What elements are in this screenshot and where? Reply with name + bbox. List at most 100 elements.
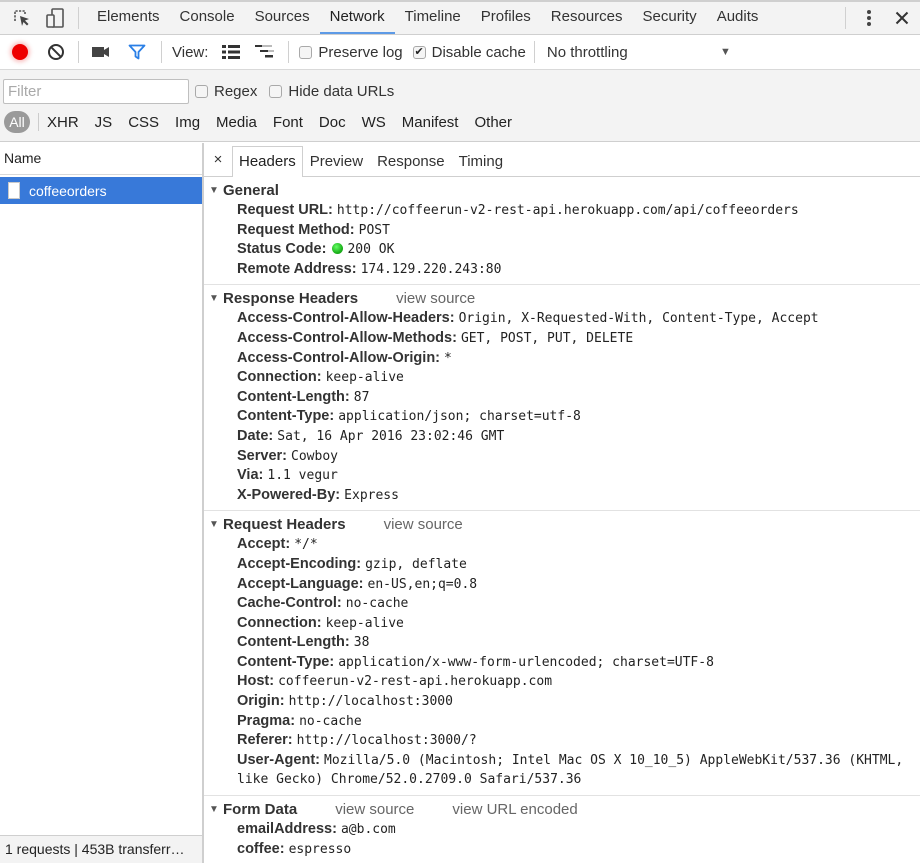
type-filter-font[interactable]: Font	[273, 114, 303, 131]
disable-cache-checkbox[interactable]: ✔ Disable cache	[412, 44, 526, 61]
section-title[interactable]: General	[223, 182, 279, 199]
request-url-row: Request URL: http://coffeerun-v2-rest-ap…	[204, 201, 920, 221]
tab-preview[interactable]: Preview	[303, 146, 370, 176]
header-row: Access-Control-Allow-Origin: *	[204, 349, 920, 369]
request-name: coffeeorders	[29, 182, 107, 199]
type-filter-img[interactable]: Img	[175, 114, 200, 131]
section-title[interactable]: Response Headers	[223, 290, 358, 307]
response-headers-section-header[interactable]: ▼ Response Headers view source	[204, 287, 920, 309]
list-view-icon	[222, 45, 241, 59]
type-filter-media[interactable]: Media	[216, 114, 257, 131]
general-section-header[interactable]: ▼ General	[204, 179, 920, 201]
type-filter-divider	[38, 113, 39, 131]
tab-sources[interactable]: Sources	[245, 1, 320, 34]
header-row: Connection: keep-alive	[204, 614, 920, 634]
section-title[interactable]: Form Data	[223, 801, 297, 818]
type-filter-all[interactable]: All	[4, 111, 30, 133]
general-section: ▼ General Request URL: http://coffeerun-…	[204, 179, 920, 286]
expand-triangle-icon[interactable]: ▼	[209, 519, 223, 530]
network-toolbar: View: Preserve log ✔ Disable cache No th…	[0, 35, 920, 70]
tab-timing[interactable]: Timing	[452, 146, 510, 176]
type-filter-other[interactable]: Other	[474, 114, 512, 131]
tab-security[interactable]: Security	[633, 1, 707, 34]
header-value: en-US,en;q=0.8	[367, 576, 478, 592]
header-value: http://localhost:3000	[288, 694, 453, 710]
header-key: Server:	[237, 447, 287, 464]
hide-data-urls-checkbox[interactable]: Hide data URLs	[269, 83, 394, 100]
header-row: User-Agent: Mozilla/5.0 (Macintosh; Inte…	[204, 751, 920, 790]
section-title[interactable]: Request Headers	[223, 516, 346, 533]
tab-resources[interactable]: Resources	[541, 1, 633, 34]
type-filter-css[interactable]: CSS	[128, 114, 159, 131]
expand-triangle-icon[interactable]: ▼	[209, 804, 223, 815]
dropdown-arrow-icon: ▼	[719, 46, 731, 58]
type-filter-ws[interactable]: WS	[362, 114, 386, 131]
regex-checkbox[interactable]: Regex	[195, 83, 257, 100]
type-filter-manifest[interactable]: Manifest	[402, 114, 459, 131]
tab-timeline[interactable]: Timeline	[395, 1, 471, 34]
large-rows-view-button[interactable]	[214, 35, 248, 69]
device-mode-button[interactable]	[40, 2, 70, 34]
header-row: Cache-Control: no-cache	[204, 594, 920, 614]
header-key: User-Agent:	[237, 751, 320, 768]
header-row: Content-Type: application/x-www-form-url…	[204, 653, 920, 673]
type-filter-doc[interactable]: Doc	[319, 114, 346, 131]
status-ok-icon	[332, 243, 344, 255]
close-detail-button[interactable]: ×	[204, 143, 232, 176]
toolbar-divider	[533, 41, 535, 63]
inspect-element-button[interactable]	[0, 2, 40, 34]
disable-cache-checkbox-box[interactable]: ✔	[412, 45, 426, 59]
header-row: Content-Length: 87	[204, 388, 920, 408]
expand-triangle-icon[interactable]: ▼	[209, 185, 223, 196]
preserve-log-checkbox[interactable]: Preserve log	[299, 44, 403, 61]
view-url-encoded-link[interactable]: view URL encoded	[452, 801, 577, 818]
type-filter-js[interactable]: JS	[95, 114, 113, 131]
header-key: Status Code:	[237, 241, 327, 258]
toolbar-divider	[845, 7, 846, 29]
type-filter-xhr[interactable]: XHR	[47, 114, 79, 131]
request-detail-panel: × Headers Preview Response Timing ▼ Gene…	[204, 143, 920, 863]
filter-toggle-button[interactable]	[119, 35, 155, 69]
tab-headers[interactable]: Headers	[232, 146, 303, 177]
header-key: Accept:	[237, 536, 291, 553]
filter-input[interactable]	[3, 78, 189, 104]
form-data-section-header[interactable]: ▼ Form Data view source view URL encoded	[204, 798, 920, 820]
view-source-link[interactable]: view source	[396, 290, 475, 307]
header-key: Request URL:	[237, 202, 333, 218]
overview-view-button[interactable]	[248, 35, 282, 69]
hide-data-urls-checkbox-box[interactable]	[269, 84, 283, 98]
name-column-header[interactable]: Name	[0, 143, 202, 175]
more-options-button[interactable]	[854, 2, 884, 34]
tab-console[interactable]: Console	[170, 1, 245, 34]
view-source-link[interactable]: view source	[335, 801, 414, 818]
header-value: 87	[353, 389, 370, 405]
header-value: 174.129.220.243:80	[360, 261, 502, 277]
tab-response[interactable]: Response	[370, 146, 452, 176]
tab-elements[interactable]: Elements	[87, 1, 170, 34]
network-summary-status: 1 requests | 453B transferr…	[0, 835, 202, 863]
regex-checkbox-box[interactable]	[195, 84, 208, 98]
view-source-link[interactable]: view source	[384, 516, 463, 533]
record-button[interactable]	[2, 35, 38, 69]
tab-network[interactable]: Network	[319, 1, 395, 34]
close-devtools-button[interactable]	[884, 2, 920, 34]
header-value: Mozilla/5.0 (Macintosh; Intel Mac OS X 1…	[237, 752, 904, 788]
header-key: Host:	[237, 673, 275, 690]
remote-address-row: Remote Address: 174.129.220.243:80	[204, 260, 920, 280]
header-key: Access-Control-Allow-Methods:	[237, 329, 457, 346]
header-key: Connection:	[237, 614, 322, 631]
detail-tabbar: × Headers Preview Response Timing	[204, 143, 920, 177]
throttling-select[interactable]: No throttling ▼	[545, 44, 735, 61]
expand-triangle-icon[interactable]: ▼	[209, 293, 223, 304]
request-headers-section-header[interactable]: ▼ Request Headers view source	[204, 513, 920, 535]
tab-audits[interactable]: Audits	[707, 1, 769, 34]
tab-profiles[interactable]: Profiles	[471, 1, 541, 34]
request-row[interactable]: coffeeorders	[0, 177, 202, 204]
preserve-log-checkbox-box[interactable]	[299, 45, 313, 59]
device-mode-icon	[46, 8, 64, 28]
clear-icon	[48, 44, 64, 60]
header-row: Access-Control-Allow-Headers: Origin, X-…	[204, 309, 920, 329]
capture-screenshots-button[interactable]	[83, 35, 119, 69]
clear-button[interactable]	[38, 35, 74, 69]
form-data-section: ▼ Form Data view source view URL encoded…	[204, 798, 920, 863]
